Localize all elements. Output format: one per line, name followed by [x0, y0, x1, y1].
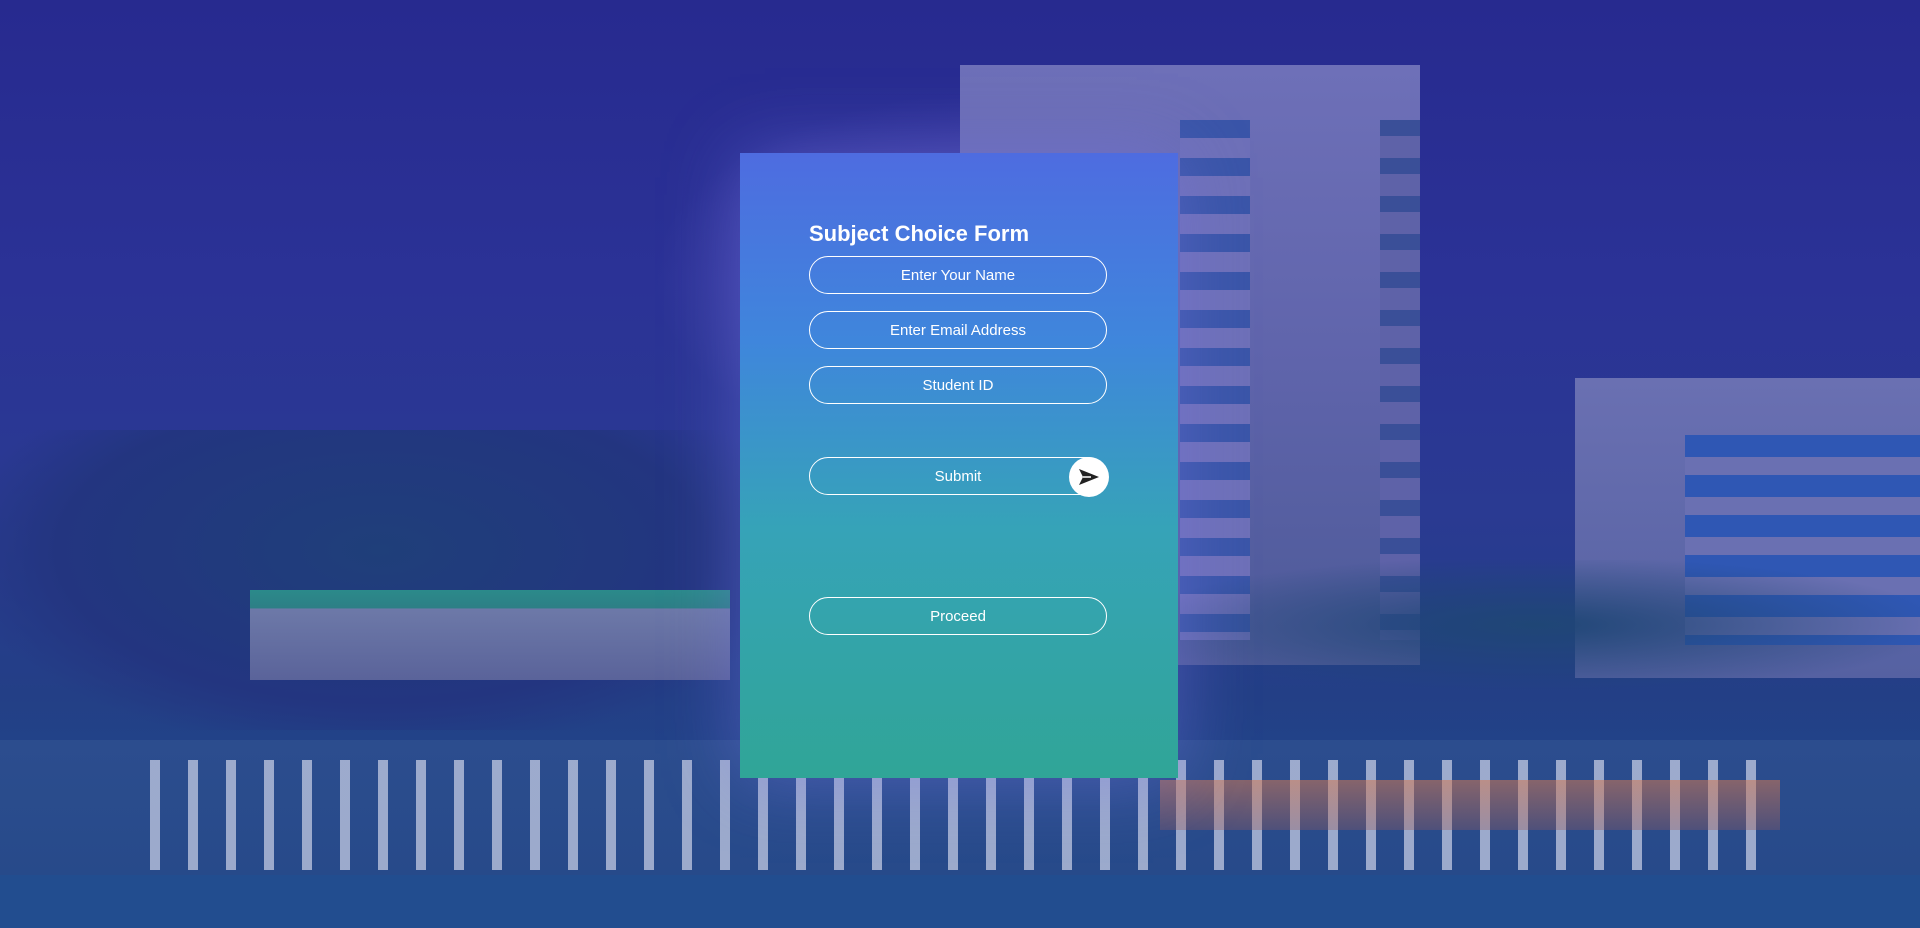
name-input[interactable] [809, 256, 1107, 294]
trees-left [0, 430, 760, 730]
submit-label: Submit [934, 467, 982, 485]
form-title: Subject Choice Form [809, 221, 1030, 246]
send-icon [1079, 469, 1099, 485]
bottom-band [0, 875, 1920, 928]
proceed-button[interactable]: Proceed [809, 597, 1107, 635]
trees-right [1150, 560, 1920, 690]
subject-choice-form: Subject Choice Form Submit Proceed [740, 153, 1178, 778]
submit-button[interactable]: Submit [809, 457, 1107, 495]
low-building [250, 590, 730, 680]
proceed-label: Proceed [930, 607, 986, 625]
submit-icon-button[interactable] [1069, 457, 1109, 497]
student-id-input[interactable] [809, 366, 1107, 404]
email-input[interactable] [809, 311, 1107, 349]
floating-dock [1160, 780, 1780, 830]
